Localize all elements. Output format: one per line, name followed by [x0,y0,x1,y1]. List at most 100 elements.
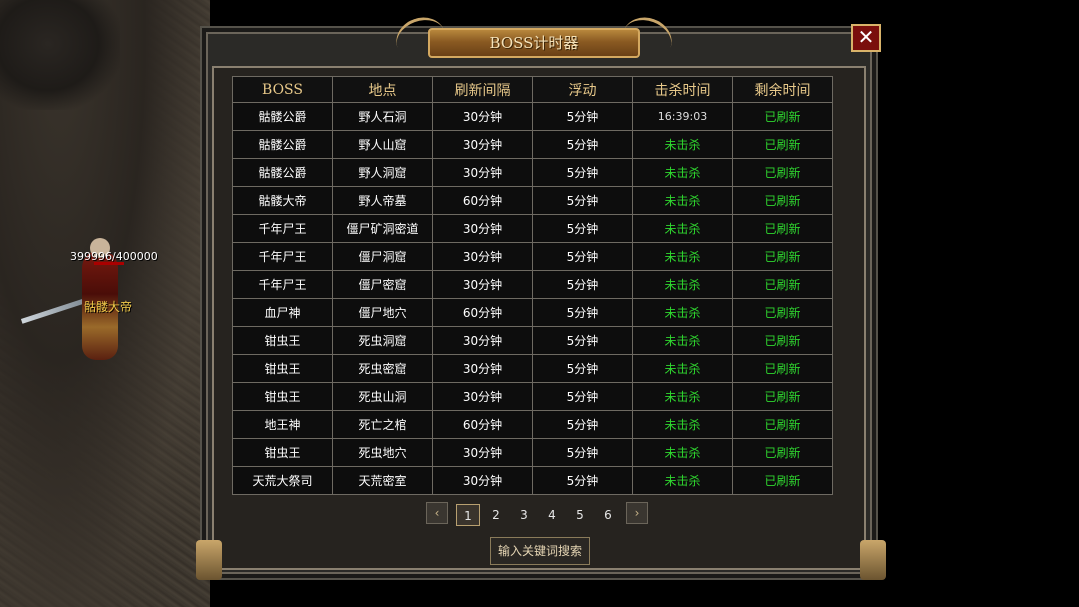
table-row[interactable]: 地王神 死亡之棺 60分钟 5分钟 未击杀 已刷新 [232,410,833,439]
variance-cell: 5分钟 [532,382,633,411]
hp-text: 399996/400000 [70,250,158,263]
remaining-time-cell: 已刷新 [732,158,833,187]
table-row[interactable]: 钳虫王 死虫密窟 30分钟 5分钟 未击杀 已刷新 [232,354,833,383]
boss-name-cell: 骷髅大帝 [232,186,333,215]
page-6-button[interactable]: 6 [596,504,620,526]
remaining-time-cell: 已刷新 [732,298,833,327]
location-cell: 死虫洞窟 [332,326,433,355]
location-cell: 僵尸地穴 [332,298,433,327]
corner-ornament-bottom-left [196,540,222,580]
boss-name-cell: 千年尸王 [232,270,333,299]
variance-cell: 5分钟 [532,214,633,243]
column-header-remaining-time: 剩余时间 [732,76,833,103]
location-cell: 野人洞窟 [332,158,433,187]
table-row[interactable]: 千年尸王 僵尸密窟 30分钟 5分钟 未击杀 已刷新 [232,270,833,299]
boss-name-cell: 地王神 [232,410,333,439]
column-header-refresh-interval: 刷新间隔 [432,76,533,103]
page-4-button[interactable]: 4 [540,504,564,526]
table-row[interactable]: 钳虫王 死虫山洞 30分钟 5分钟 未击杀 已刷新 [232,382,833,411]
boss-name-cell: 血尸神 [232,298,333,327]
remaining-time-cell: 已刷新 [732,186,833,215]
table-row[interactable]: 千年尸王 僵尸矿洞密道 30分钟 5分钟 未击杀 已刷新 [232,214,833,243]
table-row[interactable]: 钳虫王 死虫洞窟 30分钟 5分钟 未击杀 已刷新 [232,326,833,355]
location-cell: 野人石洞 [332,102,433,131]
kill-time-cell: 未击杀 [632,298,733,327]
remaining-time-cell: 已刷新 [732,466,833,495]
table-row[interactable]: 千年尸王 僵尸洞窟 30分钟 5分钟 未击杀 已刷新 [232,242,833,271]
boss-name-cell: 天荒大祭司 [232,466,333,495]
next-page-button[interactable]: › [626,502,648,524]
kill-time-cell: 未击杀 [632,186,733,215]
table-row[interactable]: 骷髅公爵 野人洞窟 30分钟 5分钟 未击杀 已刷新 [232,158,833,187]
variance-cell: 5分钟 [532,438,633,467]
table-row[interactable]: 骷髅公爵 野人石洞 30分钟 5分钟 16:39:03 已刷新 [232,102,833,131]
kill-time-cell: 未击杀 [632,158,733,187]
boss-name-cell: 骷髅公爵 [232,102,333,131]
kill-time-cell: 未击杀 [632,214,733,243]
refresh-interval-cell: 30分钟 [432,382,533,411]
kill-time-cell: 未击杀 [632,438,733,467]
refresh-interval-cell: 60分钟 [432,186,533,215]
kill-time-cell: 未击杀 [632,130,733,159]
location-cell: 死虫密窟 [332,354,433,383]
window-title: BOSS计时器 [489,34,579,52]
boss-timer-table: BOSS 地点 刷新间隔 浮动 击杀时间 剩余时间 骷髅公爵 野人石洞 30分钟 5分… [232,76,833,495]
close-button[interactable]: ✕ [851,24,881,52]
table-row[interactable]: 血尸神 僵尸地穴 60分钟 5分钟 未击杀 已刷新 [232,298,833,327]
remaining-time-cell: 已刷新 [732,410,833,439]
kill-time-cell: 未击杀 [632,410,733,439]
page-1-button[interactable]: 1 [456,504,480,526]
kill-time-cell: 未击杀 [632,466,733,495]
boss-name-cell: 钳虫王 [232,438,333,467]
location-cell: 死虫地穴 [332,438,433,467]
remaining-time-cell: 已刷新 [732,382,833,411]
keyword-search-button[interactable]: 输入关键词搜索 [490,537,590,565]
table-row[interactable]: 骷髅大帝 野人帝墓 60分钟 5分钟 未击杀 已刷新 [232,186,833,215]
boss-name-cell: 千年尸王 [232,242,333,271]
refresh-interval-cell: 30分钟 [432,354,533,383]
column-header-location: 地点 [332,76,433,103]
page-3-button[interactable]: 3 [512,504,536,526]
chevron-left-icon: ‹ [434,506,440,520]
kill-time-cell: 未击杀 [632,242,733,271]
variance-cell: 5分钟 [532,410,633,439]
variance-cell: 5分钟 [532,186,633,215]
refresh-interval-cell: 30分钟 [432,102,533,131]
column-header-kill-time: 击杀时间 [632,76,733,103]
refresh-interval-cell: 60分钟 [432,410,533,439]
table-row[interactable]: 钳虫王 死虫地穴 30分钟 5分钟 未击杀 已刷新 [232,438,833,467]
kill-time-cell: 未击杀 [632,326,733,355]
location-cell: 野人帝墓 [332,186,433,215]
location-cell: 僵尸密窟 [332,270,433,299]
table-row[interactable]: 骷髅公爵 野人山窟 30分钟 5分钟 未击杀 已刷新 [232,130,833,159]
rock-terrain [0,0,120,110]
prev-page-button[interactable]: ‹ [426,502,448,524]
column-header-variance: 浮动 [532,76,633,103]
location-cell: 僵尸洞窟 [332,242,433,271]
variance-cell: 5分钟 [532,326,633,355]
refresh-interval-cell: 30分钟 [432,158,533,187]
remaining-time-cell: 已刷新 [732,214,833,243]
kill-time-cell: 未击杀 [632,270,733,299]
refresh-interval-cell: 60分钟 [432,298,533,327]
boss-name-cell: 钳虫王 [232,354,333,383]
variance-cell: 5分钟 [532,130,633,159]
kill-time-cell: 未击杀 [632,382,733,411]
remaining-time-cell: 已刷新 [732,102,833,131]
refresh-interval-cell: 30分钟 [432,438,533,467]
refresh-interval-cell: 30分钟 [432,270,533,299]
table-row[interactable]: 天荒大祭司 天荒密室 30分钟 5分钟 未击杀 已刷新 [232,466,833,495]
remaining-time-cell: 已刷新 [732,354,833,383]
page-2-button[interactable]: 2 [484,504,508,526]
location-cell: 死亡之棺 [332,410,433,439]
variance-cell: 5分钟 [532,354,633,383]
boss-name-cell: 钳虫王 [232,326,333,355]
page-5-button[interactable]: 5 [568,504,592,526]
variance-cell: 5分钟 [532,270,633,299]
variance-cell: 5分钟 [532,242,633,271]
boss-name-cell: 骷髅公爵 [232,130,333,159]
refresh-interval-cell: 30分钟 [432,130,533,159]
kill-time-cell: 16:39:03 [632,102,733,131]
variance-cell: 5分钟 [532,298,633,327]
table-header-row: BOSS 地点 刷新间隔 浮动 击杀时间 剩余时间 [232,76,833,103]
